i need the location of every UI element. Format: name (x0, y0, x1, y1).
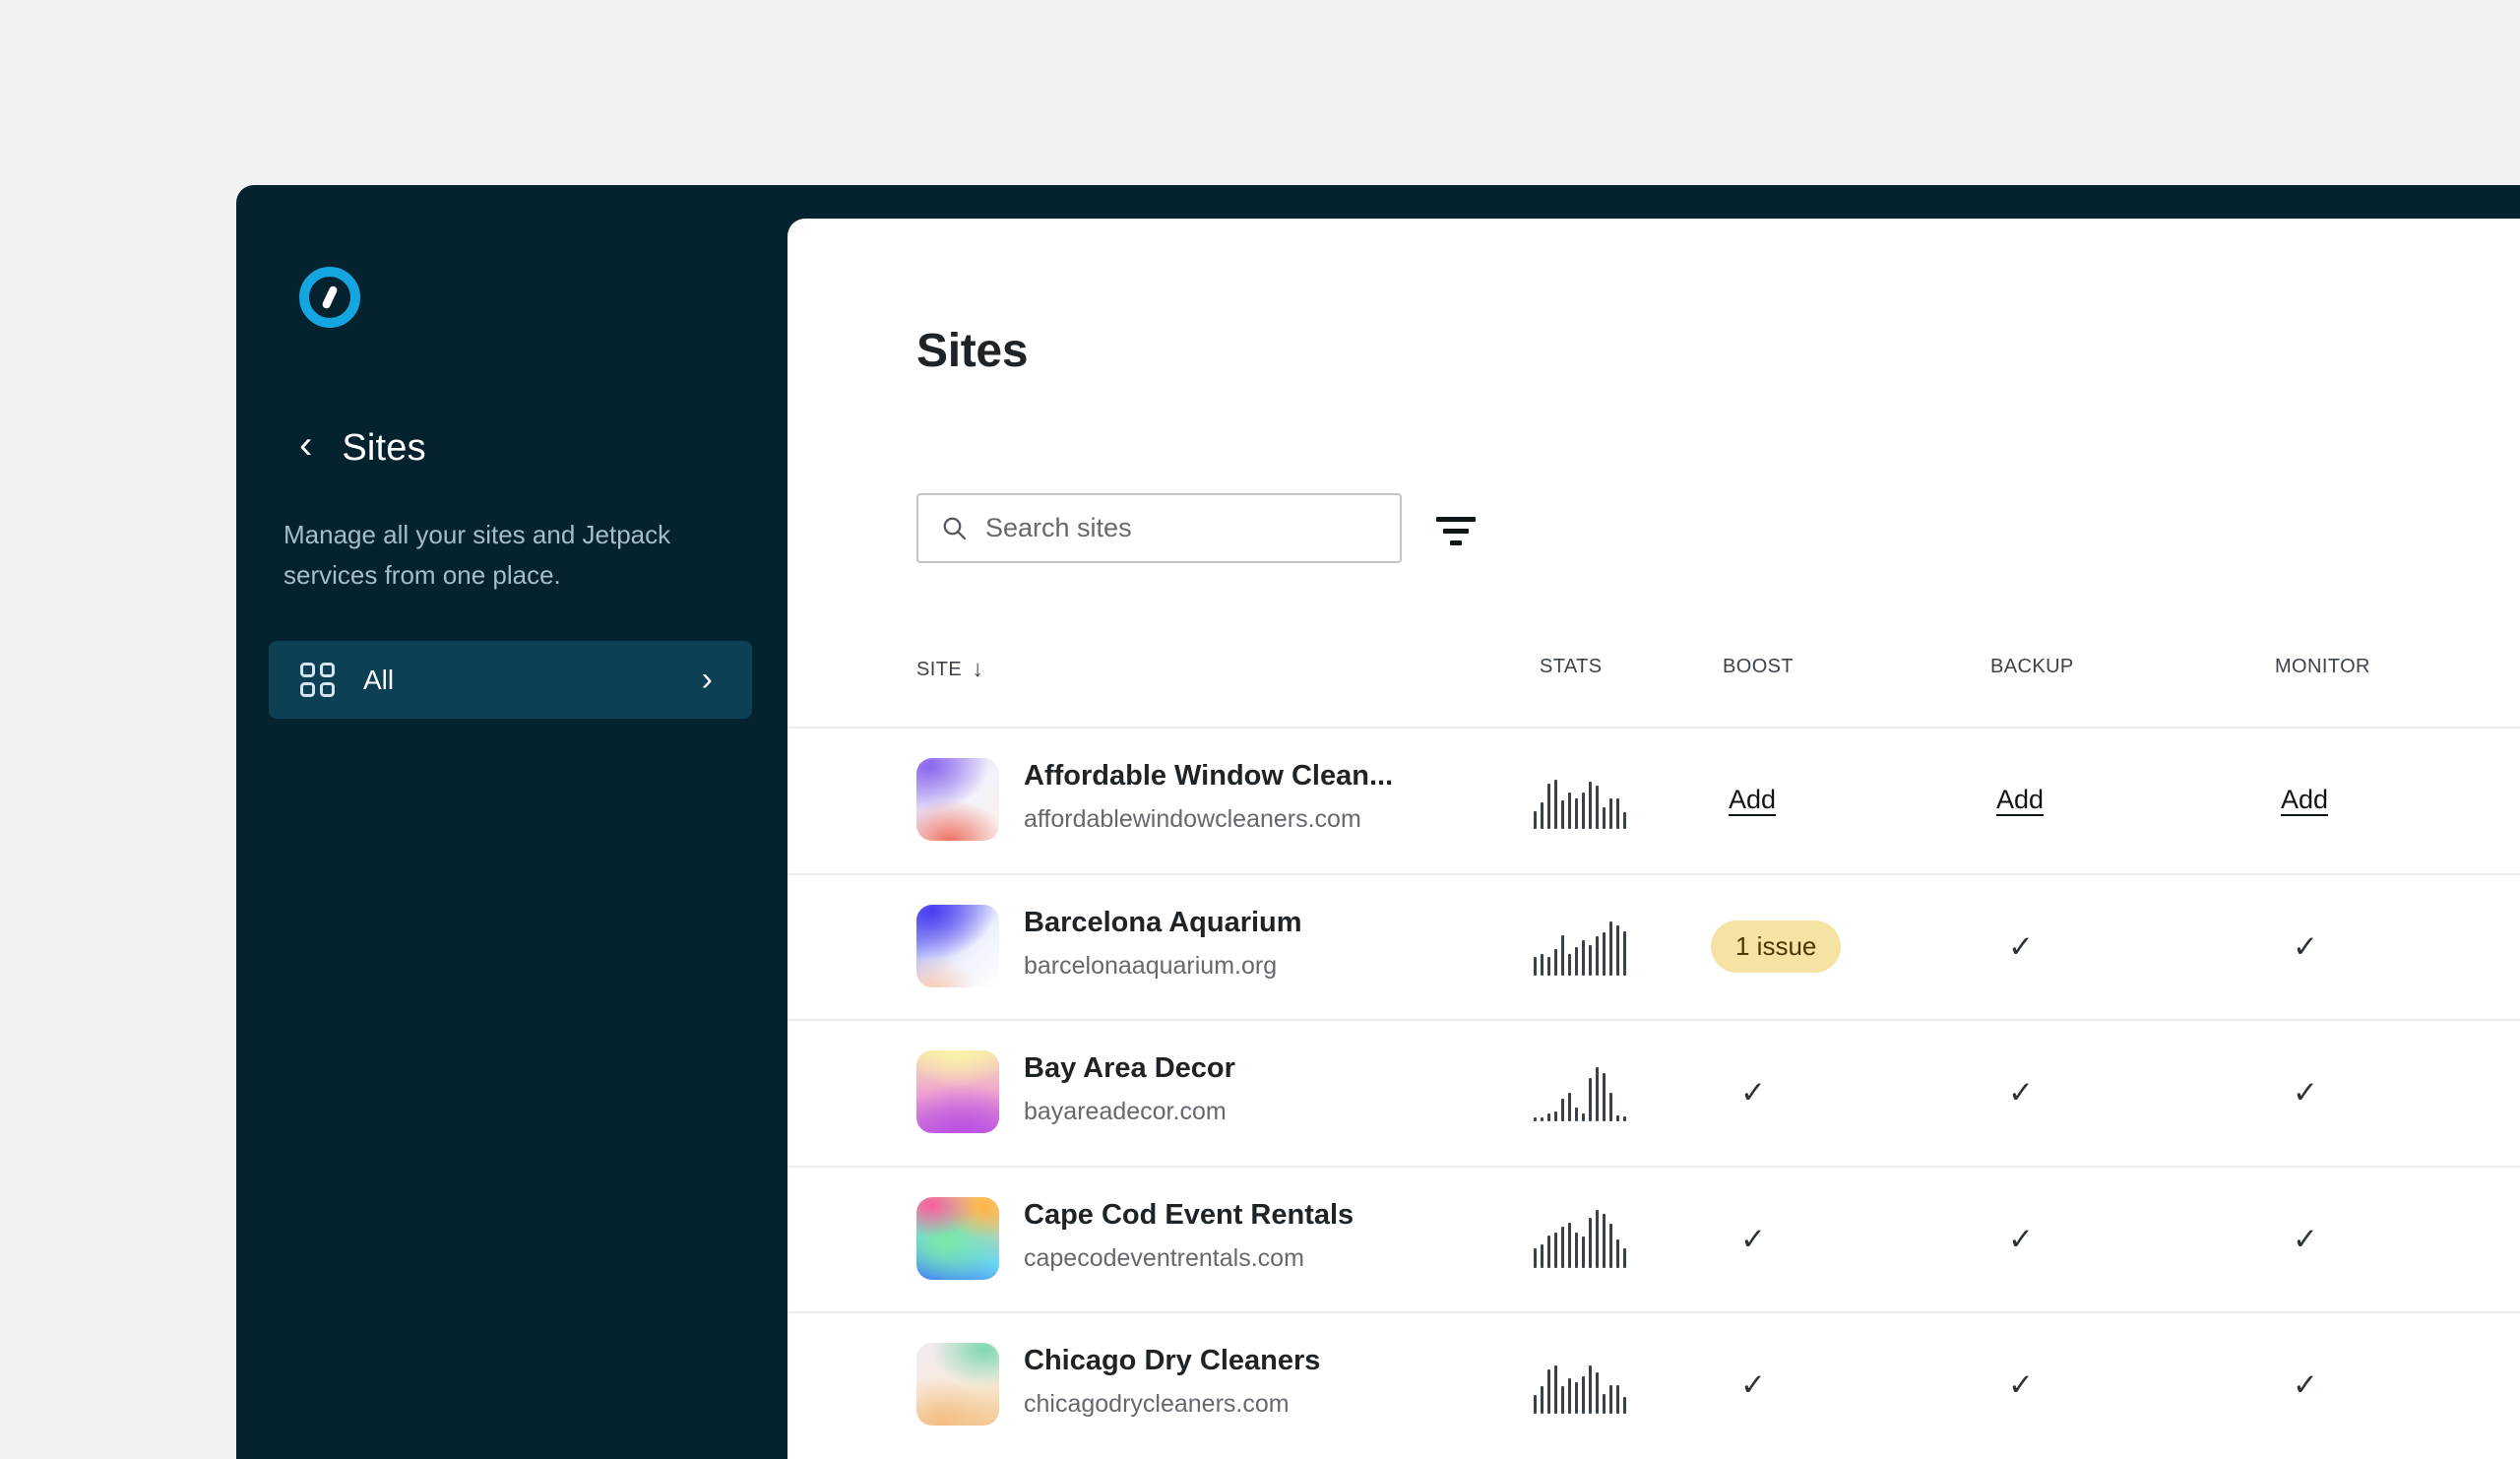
site-name[interactable]: Chicago Dry Cleaners (1024, 1345, 1320, 1377)
table-header: SITE ↓ STATS BOOST BACKUP MONITOR (788, 656, 2520, 695)
monitor-add-link[interactable]: Add (2281, 785, 2328, 815)
monitor-cell: ✓ (2275, 873, 2511, 1020)
boost-cell: ✓ (1723, 1019, 1959, 1166)
site-favicon (916, 905, 999, 987)
backup-add-link[interactable]: Add (1996, 785, 2044, 815)
back-chevron-icon[interactable]: ‹ (299, 421, 312, 469)
site-favicon (916, 758, 999, 841)
check-icon: ✓ (1740, 1075, 1766, 1110)
filter-icon (1436, 517, 1476, 522)
check-icon: ✓ (2008, 1222, 2034, 1257)
backup-cell: ✓ (1990, 1166, 2227, 1312)
backup-cell: ✓ (1990, 873, 2227, 1020)
monitor-cell: ✓ (2275, 1166, 2511, 1312)
page-title: Sites (916, 323, 1028, 380)
check-icon: ✓ (2293, 1222, 2318, 1257)
check-icon: ✓ (2008, 1367, 2034, 1403)
sidebar-title: Sites (342, 424, 425, 472)
check-icon: ✓ (2293, 1075, 2318, 1110)
site-domain: chicagodrycleaners.com (1024, 1390, 1290, 1419)
jetpack-logo-icon (299, 267, 360, 328)
site-name[interactable]: Barcelona Aquarium (1024, 907, 1302, 939)
check-icon: ✓ (1740, 1367, 1766, 1403)
content-card: Sites SITE ↓ STATS BOOST BACKUP MONITOR … (788, 219, 2520, 1459)
check-icon: ✓ (1740, 1222, 1766, 1257)
table-row[interactable]: Chicago Dry Cleaners chicagodrycleaners.… (788, 1311, 2520, 1458)
boost-cell: Add (1723, 727, 1959, 873)
site-domain: affordablewindowcleaners.com (1024, 805, 1361, 834)
search-box (916, 493, 1402, 563)
sidebar-item-label: All (363, 665, 394, 696)
column-header-monitor[interactable]: MONITOR (2275, 656, 2370, 678)
chevron-right-icon: › (702, 661, 713, 699)
search-icon (940, 514, 970, 543)
stats-sparkline[interactable] (1534, 913, 1632, 976)
jetpack-logo-slash (321, 285, 338, 309)
column-header-site[interactable]: SITE ↓ (916, 656, 983, 683)
monitor-cell: ✓ (2275, 1019, 2511, 1166)
column-header-backup[interactable]: BACKUP (1990, 656, 2074, 678)
sidebar-item-all[interactable]: All › (269, 641, 752, 719)
site-domain: capecodeventrentals.com (1024, 1244, 1304, 1273)
site-favicon (916, 1197, 999, 1280)
backup-cell: ✓ (1990, 1311, 2227, 1458)
site-favicon (916, 1343, 999, 1426)
site-domain: barcelonaaquarium.org (1024, 952, 1277, 981)
monitor-cell: ✓ (2275, 1311, 2511, 1458)
site-name[interactable]: Cape Cod Event Rentals (1024, 1199, 1354, 1232)
sort-desc-icon: ↓ (972, 656, 983, 683)
stats-sparkline[interactable] (1534, 1205, 1632, 1268)
check-icon: ✓ (2293, 929, 2318, 965)
site-domain: bayareadecor.com (1024, 1098, 1227, 1126)
filter-button[interactable] (1433, 511, 1479, 550)
table-row[interactable]: Bay Area Decor bayareadecor.com ✓ ✓ ✓ (788, 1019, 2520, 1166)
backup-cell: ✓ (1990, 1019, 2227, 1166)
monitor-cell: Add (2275, 727, 2511, 873)
column-header-boost[interactable]: BOOST (1723, 656, 1794, 678)
backup-cell: Add (1990, 727, 2227, 873)
table-row[interactable]: Affordable Window Clean... affordablewin… (788, 727, 2520, 873)
stats-sparkline[interactable] (1534, 766, 1632, 829)
column-header-stats[interactable]: STATS (1540, 656, 1602, 678)
boost-cell: ✓ (1723, 1311, 1959, 1458)
sidebar-header: ‹ Sites (299, 424, 426, 472)
boost-cell: 1 issue (1723, 873, 1959, 1020)
site-name[interactable]: Bay Area Decor (1024, 1052, 1235, 1085)
boost-cell: ✓ (1723, 1166, 1959, 1312)
site-name[interactable]: Affordable Window Clean... (1024, 760, 1393, 793)
search-input[interactable] (985, 513, 1379, 543)
site-favicon (916, 1050, 999, 1133)
check-icon: ✓ (2008, 929, 2034, 965)
sidebar: ‹ Sites Manage all your sites and Jetpac… (236, 185, 788, 1459)
grid-icon (300, 663, 335, 697)
sidebar-description: Manage all your sites and Jetpack servic… (284, 515, 709, 596)
check-icon: ✓ (2293, 1367, 2318, 1403)
issue-badge[interactable]: 1 issue (1711, 920, 1841, 973)
table-row[interactable]: Barcelona Aquarium barcelonaaquarium.org… (788, 873, 2520, 1020)
check-icon: ✓ (2008, 1075, 2034, 1110)
stats-sparkline[interactable] (1534, 1058, 1632, 1121)
table-row[interactable]: Cape Cod Event Rentals capecodeventrenta… (788, 1166, 2520, 1312)
stats-sparkline[interactable] (1534, 1351, 1632, 1414)
boost-add-link[interactable]: Add (1729, 785, 1776, 815)
